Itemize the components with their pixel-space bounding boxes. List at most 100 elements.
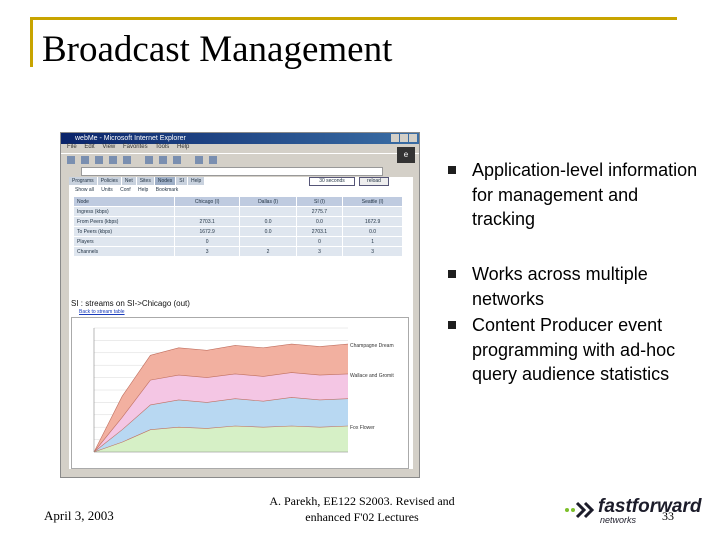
logo-sub-text: networks (600, 515, 637, 525)
refresh-icon (109, 156, 117, 164)
embedded-browser-screenshot: webMe - Microsoft Internet Explorer File… (60, 132, 420, 478)
slide-title: Broadcast Management (42, 29, 393, 70)
table-cell: 0.0 (295, 216, 344, 227)
table-cell (342, 206, 403, 217)
chart-series-label: Fox Flower (350, 425, 375, 431)
stop-icon (95, 156, 103, 164)
frame-top-rule (30, 17, 677, 20)
back-to-stream-table-link: Back to stream table (79, 309, 125, 315)
table-cell: 2703.1 (173, 216, 241, 227)
history-icon (173, 156, 181, 164)
table-cell: 2775.7 (295, 206, 344, 217)
table-cell: Ingress (kbps) (73, 206, 175, 217)
menu-favorites: Favorites (122, 144, 148, 150)
table-cell: From Peers (kbps) (73, 216, 175, 227)
print-icon (209, 156, 217, 164)
table-cell: 2703.1 (295, 226, 344, 237)
table-row: Channels 3 2 3 3 (73, 246, 403, 257)
menu-edit: Edit (84, 144, 95, 150)
table-cell: 0.0 (239, 216, 297, 227)
stream-area-chart: Champagne Dream Wallace and Gromit Fox Flo… (71, 317, 409, 469)
subnav-bookmark: Bookmark (155, 187, 179, 193)
browser-menubar: File Edit View Favorites Tools Help (61, 144, 419, 153)
chart-series-label: Champagne Dream (350, 343, 394, 349)
maximize-icon (400, 134, 408, 142)
bullet-square-icon (448, 166, 456, 174)
table-cell: 0 (295, 236, 344, 247)
subnav-conf: Conf (120, 187, 131, 193)
home-icon (123, 156, 131, 164)
footer-credit: A. Parekh, EE122 S2003. Revised and enha… (252, 493, 472, 525)
frame-left-rule (30, 17, 33, 67)
menu-file: File (67, 144, 77, 150)
table-cell: 0.0 (239, 226, 297, 237)
chart-series-label: Wallace and Gromit (350, 373, 394, 379)
table-cell: 1 (342, 236, 403, 247)
bullet-text: Application-level information for manage… (472, 160, 698, 229)
tab-programs: Programs (69, 177, 97, 185)
reload-button: reload (359, 177, 389, 186)
subnav-units: Units (101, 187, 113, 193)
table-header-cell: Node (73, 196, 175, 207)
table-header-cell: Chicago (I) (173, 196, 241, 207)
table-cell: 3 (342, 246, 403, 257)
interval-select: 30 seconds (309, 177, 355, 186)
table-cell: 2 (239, 246, 297, 257)
bullet-text: Works across multiple networks (472, 264, 648, 309)
tab-policies: Policies (97, 177, 121, 185)
footer-credit-line: A. Parekh, EE122 S2003. Revised and (269, 494, 455, 508)
search-icon (145, 156, 153, 164)
address-field (81, 167, 383, 176)
fastforward-arrows-icon (565, 501, 595, 519)
page-number: 33 (662, 509, 674, 523)
table-cell: 1672.9 (173, 226, 241, 237)
address-bar (61, 166, 419, 176)
menu-help: Help (176, 144, 190, 150)
close-icon (409, 134, 417, 142)
bullet-text: Content Producer event programming with … (472, 315, 676, 384)
browser-titlebar: webMe - Microsoft Internet Explorer (61, 133, 419, 144)
table-header-cell: SI (I) (295, 196, 344, 207)
menu-view: View (102, 144, 116, 150)
table-row: Ingress (kbps) 2775.7 (73, 206, 403, 217)
minimize-icon (391, 134, 399, 142)
footer-credit-line: enhanced F'02 Lectures (305, 510, 419, 524)
node-stats-table: Node Chicago (I) Dallas (I) SI (I) Seatt… (73, 196, 403, 257)
table-cell (173, 206, 241, 217)
favorites-icon (159, 156, 167, 164)
stream-chart-svg: Champagne Dream Wallace and Gromit Fox Flo… (93, 327, 394, 453)
tab-si: SI (176, 177, 188, 185)
ie-logo-icon: e (397, 147, 415, 163)
table-cell: 0.0 (342, 226, 403, 237)
fastforward-logo: fastforward networks (564, 496, 714, 526)
subnav-help: Help (138, 187, 149, 193)
table-cell (239, 236, 297, 247)
table-row: From Peers (kbps) 2703.1 0.0 0.0 1672.9 (73, 216, 403, 227)
table-cell: 3 (173, 246, 241, 257)
table-row: To Peers (kbps) 1672.9 0.0 2703.1 0.0 (73, 226, 403, 237)
mail-icon (195, 156, 203, 164)
table-cell: 1672.9 (342, 216, 403, 227)
tab-help: Help (188, 177, 205, 185)
back-icon (67, 156, 75, 164)
footer-date: April 3, 2003 (44, 508, 114, 523)
window-controls (391, 134, 417, 142)
webme-subnav: Show all Units Conf Help Bookmark (69, 187, 413, 194)
forward-icon (81, 156, 89, 164)
tab-nodes: Nodes (154, 177, 176, 185)
stream-chart-title: SI : streams on SI->Chicago (out) (71, 299, 190, 308)
webme-content: Programs Policies Net Sites Nodes SI Hel… (69, 177, 413, 469)
bullet-square-icon (448, 270, 456, 278)
menu-tools: Tools (155, 144, 170, 150)
table-cell: To Peers (kbps) (73, 226, 175, 237)
table-cell (239, 206, 297, 217)
table-header-cell: Seattle (I) (342, 196, 403, 207)
table-header-row: Node Chicago (I) Dallas (I) SI (I) Seatt… (73, 196, 403, 207)
table-cell: 3 (295, 246, 344, 257)
tab-net: Net (121, 177, 136, 185)
table-header-cell: Dallas (I) (239, 196, 297, 207)
tab-sites: Sites (136, 177, 154, 185)
browser-toolbar (61, 153, 419, 166)
table-cell: Players (73, 236, 175, 247)
subnav-show-all: Show all (75, 187, 94, 193)
